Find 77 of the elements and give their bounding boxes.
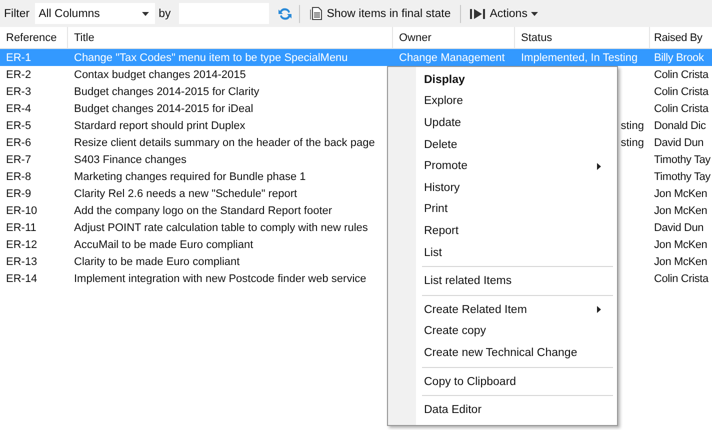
show-final-state-button[interactable]: Show items in final state — [306, 2, 454, 24]
table-cell: Contax budget changes 2014-2015 — [74, 68, 246, 80]
table-cell[interactable]: ER-11 — [6, 222, 36, 234]
table-cell: Resize client details summary on the header of the back page — [74, 136, 375, 148]
menu-item[interactable]: Update — [390, 112, 615, 134]
table-cell: David Dun — [654, 222, 704, 234]
document-icon — [308, 6, 323, 21]
menu-item[interactable]: Delete — [390, 134, 615, 156]
table-cell: Jon McKen — [654, 238, 708, 250]
filter-label: Filter — [4, 8, 30, 20]
submenu-arrow-icon — [597, 162, 601, 170]
column-header[interactable]: Raised By — [650, 27, 712, 48]
column-header[interactable]: Status — [515, 27, 650, 48]
menu-item[interactable]: Create Related Item — [390, 298, 615, 321]
menu-item[interactable]: Explore — [390, 90, 615, 112]
table-cell-text: sting — [620, 120, 645, 132]
menu-item[interactable]: Data Editor — [390, 399, 615, 421]
table-cell: Change Management — [399, 52, 505, 64]
menu-item[interactable]: Create copy — [390, 320, 615, 342]
table-cell: Jon McKen — [654, 204, 708, 216]
by-label: by — [158, 8, 171, 20]
table-cell: Timothy Tay — [654, 154, 710, 166]
table-cell: Colin Crista — [654, 68, 708, 80]
table-cell: Clarity to be made Euro compliant — [74, 256, 240, 268]
table-cell: Billy Brook — [654, 52, 704, 64]
table-cell: Budget changes 2014-2015 for iDeal — [74, 102, 254, 114]
menu-item[interactable]: Copy to Clipboard — [390, 370, 615, 392]
table-cell: Marketing changes required for Bundle phase 1 — [74, 170, 306, 182]
table-cell: Stardard report should print Duplex — [74, 120, 246, 132]
table-cell: Jon McKen — [654, 188, 708, 200]
table-cell: David Dun — [654, 136, 704, 148]
column-dropdown[interactable]: All Columns — [34, 3, 155, 24]
table-cell[interactable]: ER-6 — [6, 136, 32, 148]
actions-button[interactable]: Actions — [466, 2, 542, 24]
table-cell[interactable]: ER-4 — [6, 102, 32, 114]
menu-item[interactable]: Promote — [390, 155, 615, 177]
table-cell: Add the company logo on the Standard Report footer — [74, 204, 332, 216]
table-cell-text: sting — [620, 136, 645, 148]
table-cell: Donald Dic — [654, 120, 706, 132]
table-cell[interactable]: ER-9 — [6, 188, 32, 200]
refresh-icon[interactable] — [276, 6, 293, 22]
dropdown-arrow-icon — [142, 12, 149, 16]
table-cell: Colin Crista — [654, 102, 708, 114]
table-cell[interactable]: ER-2 — [6, 68, 32, 80]
table-cell[interactable]: ER-14 — [6, 272, 38, 284]
menu-item[interactable]: History — [390, 176, 615, 199]
table-cell[interactable]: ER-13 — [6, 256, 38, 268]
table-cell[interactable]: ER-8 — [6, 170, 32, 182]
table-cell[interactable]: ER-12 — [6, 238, 38, 250]
table-cell[interactable]: ER-7 — [6, 154, 32, 166]
menu-item[interactable]: Display — [390, 69, 615, 91]
table-cell: Implemented, In Testing — [521, 52, 638, 64]
step-forward-icon — [470, 8, 486, 20]
table-cell: AccuMail to be made Euro compliant — [74, 238, 254, 250]
menu-item[interactable]: List — [390, 242, 615, 264]
table-cell: S403 Finance changes — [74, 154, 187, 166]
submenu-arrow-icon — [597, 306, 601, 314]
column-header[interactable]: Owner — [393, 27, 515, 48]
table-cell: Implement integration with new Postcode finder web service — [74, 272, 366, 284]
table-cell[interactable]: ER-5 — [6, 120, 32, 132]
menu-item[interactable]: List related Items — [390, 270, 615, 292]
table-cell: Budget changes 2014-2015 for Clarity — [74, 86, 260, 98]
table-cell: Timothy Tay — [654, 170, 710, 182]
table-cell: Adjust POINT rate calculation table to comply with new rules — [74, 222, 368, 234]
column-header[interactable]: Reference — [0, 27, 68, 48]
dropdown-arrow-icon — [531, 12, 538, 16]
table-cell: Clarity Rel 2.6 needs a new "Schedule" report — [74, 188, 298, 200]
table-cell: Change "Tax Codes" menu item to be type SpecialMenu — [74, 52, 348, 64]
table-cell[interactable]: ER-10 — [6, 204, 38, 216]
menu-item[interactable]: Print — [390, 198, 615, 220]
menu-item[interactable]: Create new Technical Change — [390, 342, 615, 364]
table-cell: Colin Crista — [654, 86, 708, 98]
column-header[interactable]: Title — [68, 27, 393, 48]
table-cell: Colin Crista — [654, 272, 708, 284]
table-cell[interactable]: ER-3 — [6, 86, 32, 98]
table-cell: Jon McKen — [654, 256, 708, 268]
menu-item[interactable]: Report — [390, 220, 615, 242]
